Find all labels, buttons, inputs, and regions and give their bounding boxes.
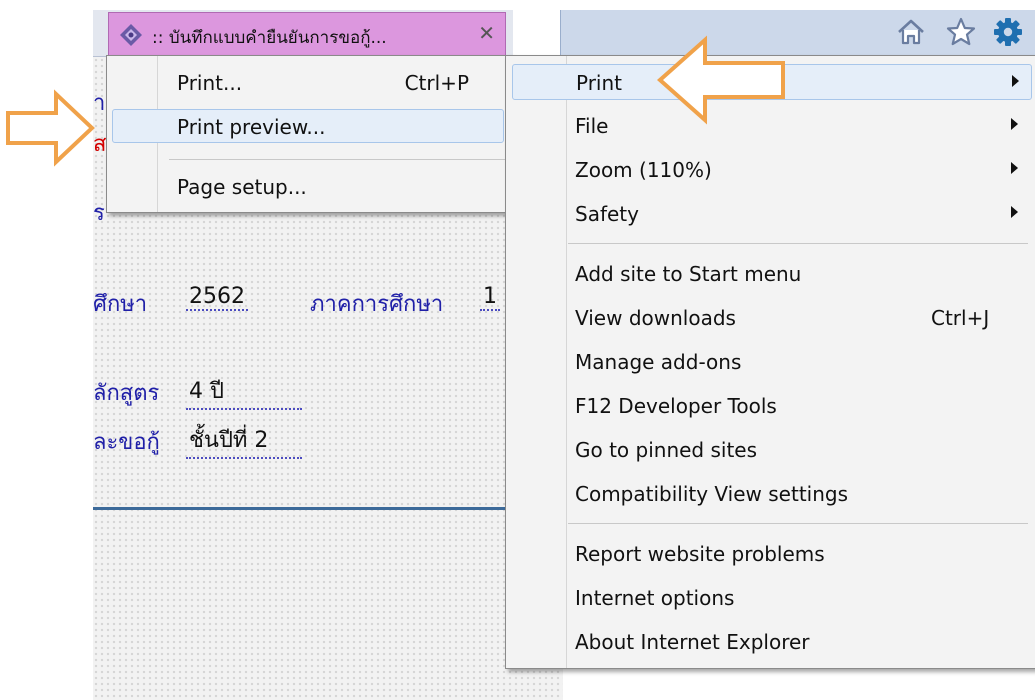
menu-item-shortcut: Ctrl+J — [931, 306, 990, 330]
menu-item-label: Internet options — [575, 586, 735, 610]
course-value: 4 ปี — [186, 373, 302, 410]
annotation-arrow-right-icon — [6, 89, 95, 167]
submenu-arrow-icon — [1011, 206, 1018, 218]
gear-icon[interactable] — [992, 16, 1024, 48]
menu-item-about-internet-explorer[interactable]: About Internet Explorer — [506, 624, 1035, 660]
academic-year-label: ศึกษา — [93, 292, 148, 317]
tab-title: :: บันทึกแบบคำยืนยันการขอกู้... — [152, 28, 387, 48]
menu-item-label: Manage add-ons — [575, 350, 742, 374]
menu-item-page-setup[interactable]: Page setup... — [107, 170, 511, 204]
tools-menu: Print File Zoom (110%) Safety Add site t… — [505, 55, 1035, 669]
submenu-arrow-icon — [1011, 118, 1018, 130]
tab-close-icon[interactable]: ✕ — [478, 21, 495, 45]
menu-separator — [568, 523, 1028, 524]
menu-item-label: F12 Developer Tools — [575, 394, 777, 418]
request-label: ละขอกู้ — [93, 430, 160, 455]
menu-item-label: Print — [576, 71, 623, 95]
course-label: ลักสูตร — [93, 381, 160, 406]
menu-item-label: Page setup... — [177, 175, 307, 199]
semester-value: 1 — [480, 284, 500, 311]
menu-item-report-website-problems[interactable]: Report website problems — [506, 536, 1035, 572]
menu-item-label: Print preview... — [177, 115, 326, 139]
menu-item-manage-add-ons[interactable]: Manage add-ons — [506, 344, 1035, 380]
menu-item-print[interactable]: Print... Ctrl+P — [107, 66, 511, 100]
menu-item-safety[interactable]: Safety — [506, 196, 1035, 232]
menu-item-add-site-to-start-menu[interactable]: Add site to Start menu — [506, 256, 1035, 292]
menu-item-shortcut: Ctrl+P — [404, 71, 469, 95]
menu-item-label: File — [575, 114, 609, 138]
menu-item-internet-options[interactable]: Internet options — [506, 580, 1035, 616]
menu-item-label: Add site to Start menu — [575, 262, 802, 286]
menu-item-view-downloads[interactable]: View downloads Ctrl+J — [506, 300, 1035, 336]
semester-label: ภาคการศึกษา — [310, 292, 444, 317]
menu-item-go-to-pinned-sites[interactable]: Go to pinned sites — [506, 432, 1035, 468]
menu-item-print-preview[interactable]: Print preview... — [112, 109, 504, 143]
menu-separator — [169, 159, 505, 160]
menu-item-f12-developer-tools[interactable]: F12 Developer Tools — [506, 388, 1035, 424]
star-icon[interactable] — [945, 16, 977, 48]
page-divider — [93, 507, 563, 510]
menu-item-label: Print... — [177, 71, 243, 95]
menu-item-label: Go to pinned sites — [575, 438, 758, 462]
annotation-arrow-left-icon — [656, 35, 785, 125]
request-value: ชั้นปีที่ 2 — [186, 422, 302, 459]
menu-item-compatibility-view-settings[interactable]: Compatibility View settings — [506, 476, 1035, 512]
menu-item-zoom[interactable]: Zoom (110%) — [506, 152, 1035, 188]
browser-tab[interactable]: :: บันทึกแบบคำยืนยันการขอกู้... ✕ — [108, 12, 506, 56]
submenu-arrow-icon — [1011, 162, 1018, 174]
site-favicon-icon — [120, 24, 142, 46]
menu-item-label: About Internet Explorer — [575, 630, 810, 654]
menu-item-label: Safety — [575, 202, 639, 226]
submenu-arrow-icon — [1012, 75, 1019, 87]
home-icon[interactable] — [895, 16, 927, 48]
menu-item-label: Report website problems — [575, 542, 825, 566]
menu-separator — [568, 243, 1028, 244]
academic-year-value: 2562 — [186, 284, 248, 311]
menu-item-label: Zoom (110%) — [575, 158, 712, 182]
menu-item-label: View downloads — [575, 306, 736, 330]
menu-item-label: Compatibility View settings — [575, 482, 849, 506]
print-submenu: Print... Ctrl+P Print preview... Page se… — [106, 55, 512, 213]
page-text-fragment: ร — [93, 201, 105, 226]
